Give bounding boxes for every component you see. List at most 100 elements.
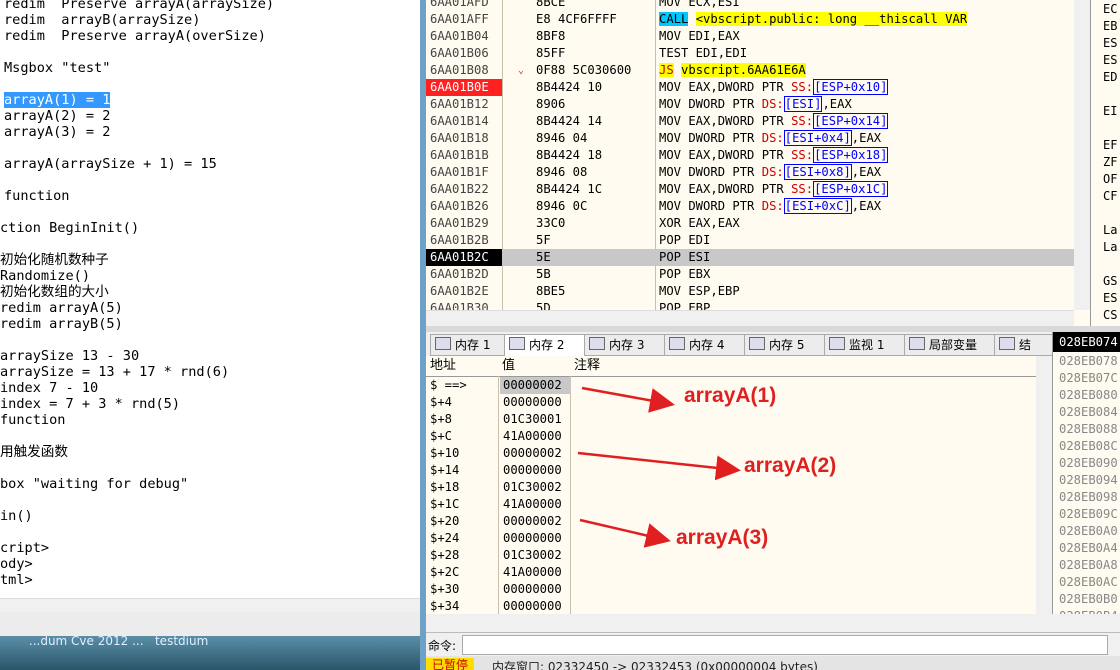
- stack-address[interactable]: 028EB07C: [1059, 371, 1118, 385]
- registers-pane[interactable]: EC EB ES ES ED EI EF ZF OF CF La La GS ES CS: [1090, 0, 1120, 326]
- editor-line: redim Preserve arrayA(arraySize): [4, 0, 275, 12]
- memory-vertical-scrollbar[interactable]: [1036, 356, 1052, 614]
- memory-row[interactable]: $+28 01C30002: [426, 547, 1052, 564]
- stack-address[interactable]: 028EB0AC: [1059, 575, 1118, 589]
- memory-row[interactable]: $+18 01C30002: [426, 479, 1052, 496]
- disassembly-horizontal-scrollbar[interactable]: [426, 310, 1074, 327]
- disasm-row[interactable]: 6AA01B06 85FF TEST EDI,EDI: [426, 45, 1074, 62]
- disasm-row[interactable]: 6AA01B14 8B4424 14 MOV EAX,DWORD PTR SS:[E…: [426, 113, 1074, 130]
- memory-value: 00000002: [503, 446, 562, 460]
- memory-row[interactable]: $+30 00000000: [426, 581, 1052, 598]
- dump-bottom-bar: [426, 614, 1120, 632]
- instruction-bytes: 8B4424 14: [536, 114, 603, 128]
- instruction-text: MOV EAX,DWORD PTR SS:[ESP+0x10]: [659, 79, 889, 96]
- memory-value: 01C30002: [503, 480, 562, 494]
- disasm-row[interactable]: 6AA01B22 8B4424 1C MOV EAX,DWORD PTR SS:[E…: [426, 181, 1074, 198]
- stack-address[interactable]: 028EB084: [1059, 405, 1118, 419]
- instruction-bytes: 8B4424 10: [536, 80, 603, 94]
- instruction-text: MOV DWORD PTR DS:[ESI+0x4],EAX: [659, 130, 881, 147]
- tab-4[interactable]: 内存 4: [664, 334, 748, 356]
- disasm-row[interactable]: 6AA01B29 33C0 XOR EAX,EAX: [426, 215, 1074, 232]
- disasm-row[interactable]: 6AA01B2D 5B POP EBX: [426, 266, 1074, 283]
- opcode: JS: [659, 63, 674, 77]
- stack-address[interactable]: 028EB094: [1059, 473, 1118, 487]
- memory-row[interactable]: $+C 41A00000: [426, 428, 1052, 445]
- tab-icon: [829, 337, 845, 350]
- memory-row[interactable]: $+24 00000000: [426, 530, 1052, 547]
- stack-address[interactable]: 028EB090: [1059, 456, 1118, 470]
- memory-row[interactable]: $+2C 41A00000: [426, 564, 1052, 581]
- disassembly-vertical-scrollbar[interactable]: [1074, 0, 1090, 310]
- instruction-address: 6AA01AFF: [430, 12, 489, 26]
- editor-line: arrayA(1) = 1: [4, 92, 111, 108]
- stack-pane[interactable]: 028EB074 028EB078 028EB07C 028EB080 028EB08…: [1052, 332, 1120, 614]
- memory-dump-pane[interactable]: 地址 值 注释 arrayA(1) arrayA(2) arrayA(3) $ …: [426, 356, 1052, 614]
- stack-address[interactable]: 028EB0B0: [1059, 592, 1118, 606]
- editor-line: 用触发函数: [0, 444, 68, 460]
- disasm-row[interactable]: 6AA01B1F 8946 08 MOV DWORD PTR DS:[ESI+0x8…: [426, 164, 1074, 181]
- stack-address[interactable]: 028EB0A0: [1059, 524, 1118, 538]
- disasm-row[interactable]: 6AA01B18 8946 04 MOV DWORD PTR DS:[ESI+0x4…: [426, 130, 1074, 147]
- disasm-row[interactable]: 6AA01B04 8BF8 MOV EDI,EAX: [426, 28, 1074, 45]
- disasm-row[interactable]: 6AA01B12 8906 MOV DWORD PTR DS:[ESI],EAX: [426, 96, 1074, 113]
- memory-row[interactable]: $+14 00000000: [426, 462, 1052, 479]
- opcode: CALL: [659, 12, 689, 26]
- register-name: EF: [1103, 138, 1118, 152]
- disassembly-pane[interactable]: 6AA01AFD 8BCE MOV ECX,ESI 6AA01AFF E8 4CF6FF…: [426, 0, 1090, 326]
- disasm-row[interactable]: 6AA01AFD 8BCE MOV ECX,ESI: [426, 0, 1074, 11]
- tab-3[interactable]: 内存 3: [584, 334, 668, 356]
- instruction-bytes: 8906: [536, 97, 566, 111]
- stack-address[interactable]: 028EB078: [1059, 354, 1118, 368]
- stack-address[interactable]: 028EB0A8: [1059, 558, 1118, 572]
- tab-8[interactable]: 结: [994, 334, 1060, 356]
- tab-7[interactable]: 局部变量: [904, 334, 998, 356]
- tab-label: 内存 5: [769, 338, 805, 352]
- tab-icon: [509, 337, 525, 350]
- segment: SS:: [791, 114, 814, 128]
- stack-address[interactable]: 028EB088: [1059, 422, 1118, 436]
- stack-address[interactable]: 028EB098: [1059, 490, 1118, 504]
- disasm-row[interactable]: 6AA01AFF E8 4CF6FFFF CALL <vbscript.public…: [426, 11, 1074, 28]
- selected-text[interactable]: arrayA(1) = 1: [4, 92, 111, 108]
- memory-row[interactable]: $+8 01C30001: [426, 411, 1052, 428]
- tab-label: 内存 1: [455, 338, 491, 352]
- disasm-row[interactable]: 6AA01B2E 8BE5 MOV ESP,EBP: [426, 283, 1074, 300]
- memory-row[interactable]: $+10 00000002: [426, 445, 1052, 462]
- memory-row[interactable]: $+4 00000000: [426, 394, 1052, 411]
- script-editor[interactable]: redim Preserve arrayA(arraySize) redim ar…: [0, 0, 420, 612]
- disasm-row[interactable]: 6AA01B0E 8B4424 10 MOV EAX,DWORD PTR SS:[E…: [426, 79, 1074, 96]
- register-name: ES: [1103, 36, 1118, 50]
- editor-horizontal-scrollbar[interactable]: [0, 598, 420, 613]
- memory-row[interactable]: $+34 00000000: [426, 598, 1052, 614]
- stack-address[interactable]: 028EB09C: [1059, 507, 1118, 521]
- memory-operand: [ESI+0xC]: [783, 198, 852, 214]
- disasm-row[interactable]: 6AA01B1B 8B4424 18 MOV EAX,DWORD PTR SS:[E…: [426, 147, 1074, 164]
- tab-icon: [589, 337, 605, 350]
- memory-value: 00000000: [503, 531, 562, 545]
- disasm-row[interactable]: 6AA01B26 8946 0C MOV DWORD PTR DS:[ESI+0xC…: [426, 198, 1074, 215]
- memory-offset: $+4: [430, 395, 453, 409]
- stack-address[interactable]: 028EB0A4: [1059, 541, 1118, 555]
- editor-line: 初始化数组的大小: [0, 284, 109, 300]
- editor-line: tml>: [0, 572, 33, 588]
- operand-suffix: ,EAX: [822, 97, 852, 111]
- stack-address[interactable]: 028EB08C: [1059, 439, 1118, 453]
- tab-1[interactable]: 内存 1: [430, 334, 508, 356]
- editor-line: Msgbox "test": [4, 60, 111, 76]
- disasm-row[interactable]: 6AA01B2B 5F POP EDI: [426, 232, 1074, 249]
- memory-row[interactable]: $+20 00000002: [426, 513, 1052, 530]
- editor-line: function: [0, 412, 66, 428]
- instruction-text: CALL <vbscript.public: long __thiscall V…: [659, 11, 968, 28]
- tab-6[interactable]: 监视 1: [824, 334, 908, 356]
- tab-5[interactable]: 内存 5: [744, 334, 828, 356]
- disasm-row[interactable]: 6AA01B2C 5E POP ESI: [426, 249, 1074, 266]
- instruction-text: MOV DWORD PTR DS:[ESI],EAX: [659, 96, 852, 113]
- command-input[interactable]: [462, 635, 1108, 655]
- disasm-row[interactable]: 6AA01B08 ⌄ 0F88 5C030600 JS vbscript.6AA61E…: [426, 62, 1074, 79]
- register-name: La: [1103, 223, 1118, 237]
- tab-2[interactable]: 内存 2: [504, 334, 588, 357]
- stack-address[interactable]: 028EB080: [1059, 388, 1118, 402]
- memory-row[interactable]: $ ==> 00000002: [426, 377, 1052, 394]
- stack-top-address[interactable]: 028EB074: [1053, 332, 1120, 352]
- memory-row[interactable]: $+1C 41A00000: [426, 496, 1052, 513]
